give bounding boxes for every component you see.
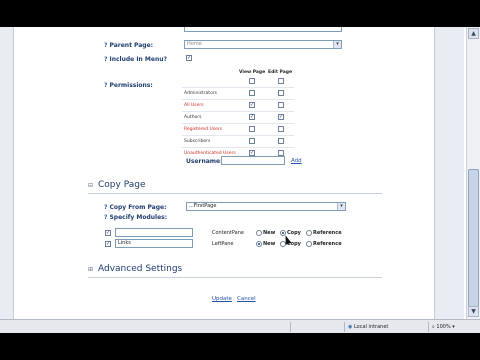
advanced-settings-section-header[interactable]: ⊞ Advanced Settings xyxy=(88,264,182,274)
copy-from-page-label: ? Copy From Page: xyxy=(104,204,167,211)
chevron-down-icon: ▾ xyxy=(333,41,341,48)
module-2-reference-label: Reference xyxy=(313,241,342,247)
module-1-reference-radio[interactable] xyxy=(306,230,312,236)
expand-icon[interactable]: ⊞ xyxy=(88,267,94,273)
permission-role-name: Administrators xyxy=(184,91,218,96)
view-permission-checkbox[interactable] xyxy=(249,138,255,144)
chevron-down-icon: ▾ xyxy=(337,203,345,210)
module-2-pane: LeftPane xyxy=(212,241,234,247)
parent-page-select[interactable]: Home ▾ xyxy=(184,40,342,49)
username-label: Username: xyxy=(186,158,223,165)
edit-permission-checkbox[interactable] xyxy=(278,138,284,144)
help-icon[interactable]: ? xyxy=(104,214,107,221)
module-1-copy-label: Copy xyxy=(287,230,301,236)
status-cell-empty xyxy=(290,322,330,332)
permission-role-name: Registered Users xyxy=(184,127,223,132)
copy-from-page-select[interactable]: ...FirstPage ▾ xyxy=(186,202,346,211)
edit-permission-checkbox[interactable] xyxy=(278,102,284,108)
chevron-down-icon: ▾ xyxy=(452,324,455,330)
edit-permission-checkbox[interactable] xyxy=(278,90,284,96)
page-left-gutter xyxy=(0,27,14,319)
vertical-scrollbar[interactable]: ▲ ▼ xyxy=(466,27,480,319)
permission-role-name: All Users xyxy=(184,103,204,108)
video-letterbox-bottom xyxy=(0,333,480,360)
module-2-new-radio[interactable] xyxy=(256,241,262,247)
zoom-level[interactable]: ⌕ 100% ▾ xyxy=(428,322,478,332)
parent-page-label: ? Parent Page: xyxy=(104,42,154,49)
include-in-menu-label: ? Include In Menu? xyxy=(104,56,167,63)
collapse-icon[interactable]: ⊟ xyxy=(88,183,94,189)
video-letterbox-top xyxy=(0,0,480,27)
view-page-column-header: View Page xyxy=(239,70,266,75)
advanced-settings-divider xyxy=(88,277,382,278)
help-icon[interactable]: ? xyxy=(104,204,107,211)
page-right-gutter xyxy=(434,27,464,319)
edit-page-column-header: Edit Page xyxy=(268,70,293,75)
scrollbar-thumb[interactable] xyxy=(468,169,479,309)
help-icon[interactable]: ? xyxy=(104,82,107,89)
permission-role-name: Authors xyxy=(184,115,202,120)
edit-all-checkbox[interactable] xyxy=(278,78,284,84)
module-1-pane: ContentPane xyxy=(212,230,244,236)
help-icon[interactable]: ? xyxy=(104,42,107,49)
view-all-checkbox[interactable] xyxy=(249,78,255,84)
view-permission-checkbox[interactable] xyxy=(249,90,255,96)
module-1-title-input[interactable] xyxy=(115,228,193,237)
module-2-title-input[interactable]: Links xyxy=(115,239,193,248)
edit-permission-checkbox[interactable] xyxy=(278,126,284,132)
view-permission-checkbox[interactable] xyxy=(249,102,255,108)
scroll-up-icon[interactable]: ▲ xyxy=(468,28,479,39)
permission-role-name: Subscribers xyxy=(184,139,211,144)
browser-status-bar: ◉ Local intranet ⌕ 100% ▾ xyxy=(0,319,480,333)
browser-viewport: ?Parent Page: Home ▾ ?Include In Menu? ?… xyxy=(0,27,480,333)
module-2-checkbox[interactable] xyxy=(105,241,111,247)
help-icon[interactable]: ? xyxy=(104,56,107,63)
cancel-link[interactable]: Cancel xyxy=(237,296,256,302)
add-user-link[interactable]: Add xyxy=(291,158,302,164)
permissions-label: ? Permissions: xyxy=(104,82,153,89)
view-permission-checkbox[interactable] xyxy=(249,114,255,120)
globe-icon: ◉ xyxy=(348,324,353,330)
update-link[interactable]: Update xyxy=(212,296,232,302)
page-description-textarea[interactable] xyxy=(184,27,342,32)
specify-modules-label: ? Specify Modules: xyxy=(104,214,168,221)
scroll-down-icon[interactable]: ▼ xyxy=(468,306,479,317)
module-2-new-label: New xyxy=(263,241,276,247)
include-in-menu-checkbox[interactable] xyxy=(186,55,192,61)
magnifier-icon: ⌕ xyxy=(432,324,435,330)
security-zone: ◉ Local intranet xyxy=(344,322,424,332)
view-permission-checkbox[interactable] xyxy=(249,126,255,132)
module-1-reference-label: Reference xyxy=(313,230,342,236)
edit-permission-checkbox[interactable] xyxy=(278,114,284,120)
module-1-checkbox[interactable] xyxy=(105,230,111,236)
username-input[interactable] xyxy=(221,156,285,165)
module-1-new-radio[interactable] xyxy=(256,230,262,236)
copy-page-divider xyxy=(88,193,382,194)
module-2-reference-radio[interactable] xyxy=(306,241,312,247)
module-1-new-label: New xyxy=(263,230,276,236)
copy-page-section-header[interactable]: ⊟ Copy Page xyxy=(88,180,145,190)
